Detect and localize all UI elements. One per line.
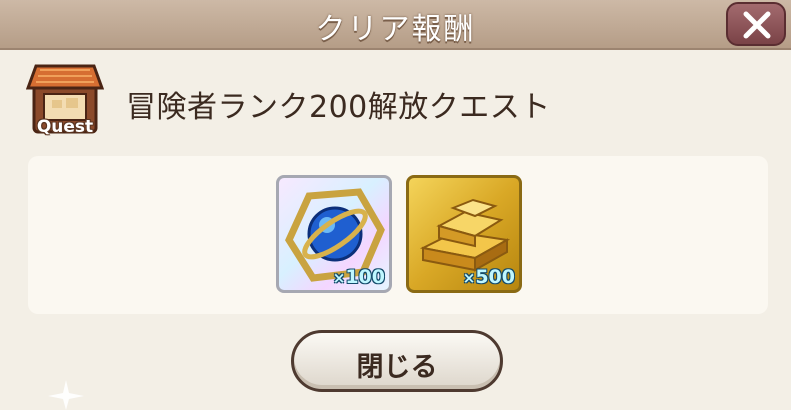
x-icon bbox=[743, 11, 771, 39]
reward-count: ×500 bbox=[462, 266, 515, 288]
close-button-label: 閉じる bbox=[356, 352, 438, 383]
close-x-button[interactable] bbox=[726, 2, 786, 46]
reward-item-orb[interactable]: ×100 bbox=[276, 175, 392, 293]
reward-dialog: クリア報酬 Quest 冒険者ランク200解放クエスト ×100 ×500 閉じ… bbox=[0, 0, 791, 410]
dialog-header: クリア報酬 bbox=[0, 0, 791, 50]
rewards-panel bbox=[28, 156, 768, 314]
dialog-title: クリア報酬 bbox=[315, 12, 476, 47]
sparkle-icon bbox=[48, 380, 84, 410]
quest-title: 冒険者ランク200解放クエスト bbox=[126, 90, 551, 125]
reward-item-gold[interactable]: ×500 bbox=[406, 175, 522, 293]
close-button[interactable]: 閉じる bbox=[291, 330, 503, 392]
reward-count: ×100 bbox=[332, 266, 385, 288]
quest-icon-label: Quest bbox=[36, 117, 94, 137]
